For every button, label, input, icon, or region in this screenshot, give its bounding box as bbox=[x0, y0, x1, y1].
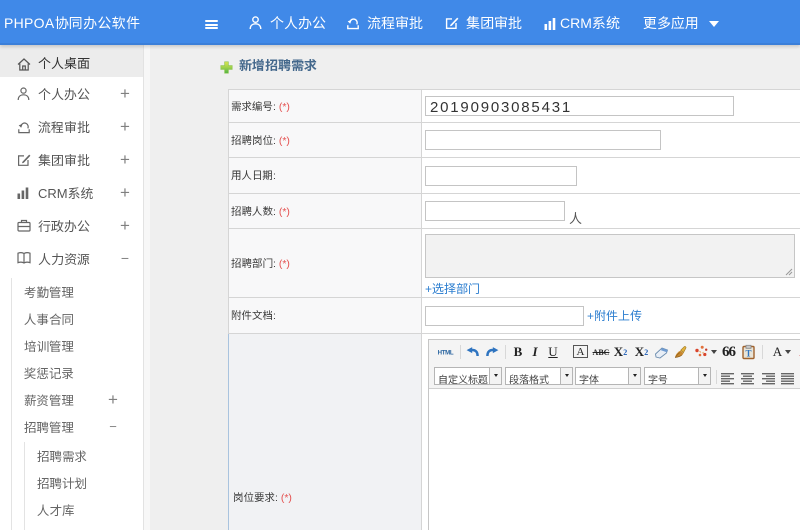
svg-text:T: T bbox=[745, 349, 751, 359]
